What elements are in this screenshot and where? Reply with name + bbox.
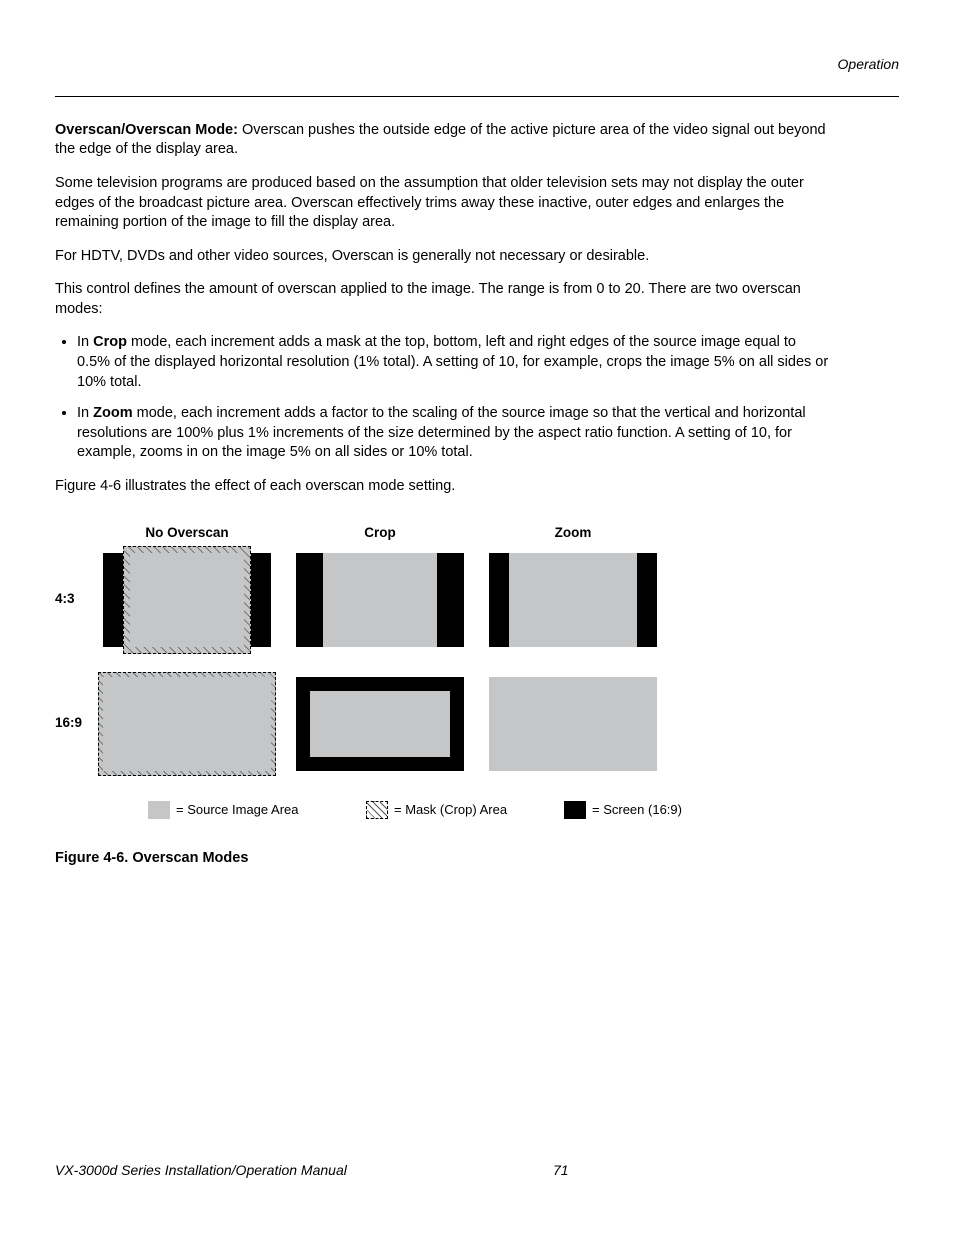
manual-title: VX-3000d Series Installation/Operation M… [55, 1161, 347, 1180]
col-header-no-overscan: No Overscan [103, 524, 271, 542]
bullet-pre: In [77, 334, 93, 350]
zoom-label: Zoom [93, 405, 132, 421]
overscan-heading: Overscan/Overscan Mode: [55, 122, 238, 138]
section-header: Operation [55, 55, 899, 74]
bullet-post: mode, each increment adds a mask at the … [77, 334, 828, 389]
crop-label: Crop [93, 334, 127, 350]
screen-4-3-crop [296, 553, 464, 647]
row-label-4-3: 4:3 [55, 590, 103, 608]
legend-label-source: = Source Image Area [176, 801, 316, 819]
screen-4-3-zoom [489, 553, 657, 647]
legend-label-mask: = Mask (Crop) Area [394, 801, 524, 819]
col-header-crop: Crop [296, 524, 464, 542]
figure-column-headers: No Overscan Crop Zoom [103, 524, 830, 542]
figure-4-6: No Overscan Crop Zoom 4:3 16:9 [103, 524, 830, 818]
bullet-zoom: In Zoom mode, each increment adds a fact… [77, 404, 830, 463]
page-number: 71 [553, 1161, 569, 1180]
screen-16-9-crop [296, 677, 464, 771]
source-area-icon [130, 553, 244, 647]
figure-row-16-9: 16:9 [103, 677, 830, 771]
bullet-post: mode, each increment adds a factor to th… [77, 405, 806, 460]
paragraph-2: Some television programs are produced ba… [55, 174, 830, 233]
paragraph-intro: Overscan/Overscan Mode: Overscan pushes … [55, 121, 830, 160]
legend-swatch-source [148, 801, 170, 819]
col-header-zoom: Zoom [489, 524, 657, 542]
legend-label-screen: = Screen (16:9) [592, 801, 682, 819]
horizontal-rule [55, 96, 899, 97]
source-area-icon [323, 553, 437, 647]
overscan-modes-list: In Crop mode, each increment adds a mask… [55, 333, 830, 462]
figure-caption: Figure 4-6. Overscan Modes [55, 849, 830, 869]
legend-swatch-screen [564, 801, 586, 819]
row-label-16-9: 16:9 [55, 714, 103, 732]
screen-16-9-zoom [489, 677, 657, 771]
bullet-pre: In [77, 405, 93, 421]
paragraph-4: This control defines the amount of overs… [55, 280, 830, 319]
source-area-icon [310, 691, 450, 757]
screen-16-9-no-overscan [103, 677, 271, 771]
body-content: Overscan/Overscan Mode: Overscan pushes … [55, 121, 830, 868]
bullet-crop: In Crop mode, each increment adds a mask… [77, 333, 830, 392]
legend-swatch-mask [366, 801, 388, 819]
figure-row-4-3: 4:3 [103, 553, 830, 647]
source-area-icon [489, 677, 657, 771]
figure-legend: = Source Image Area = Mask (Crop) Area =… [103, 801, 830, 819]
source-area-icon [103, 677, 271, 771]
paragraph-3: For HDTV, DVDs and other video sources, … [55, 247, 830, 267]
figure-reference: Figure 4-6 illustrates the effect of eac… [55, 477, 830, 497]
source-area-icon [509, 553, 637, 647]
page-footer: VX-3000d Series Installation/Operation M… [55, 1161, 899, 1180]
screen-4-3-no-overscan [103, 553, 271, 647]
